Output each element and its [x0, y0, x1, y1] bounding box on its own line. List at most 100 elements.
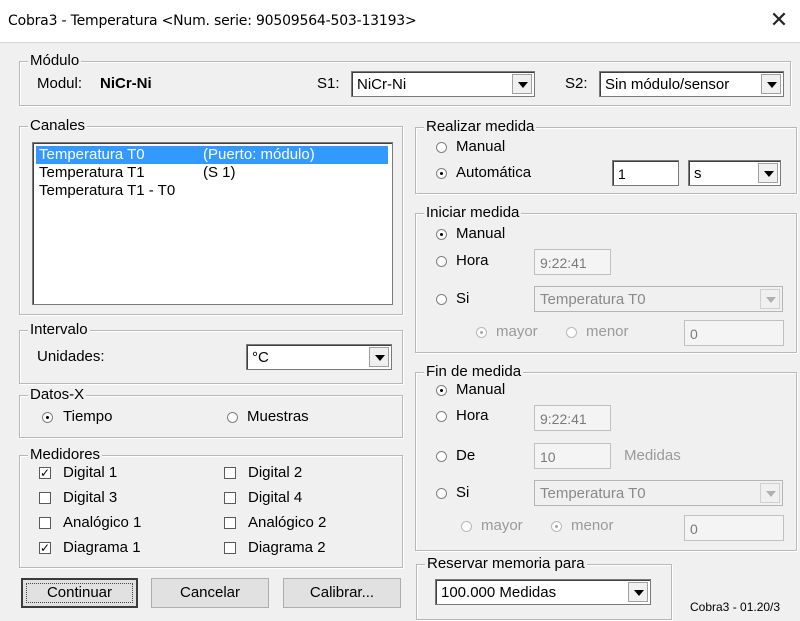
- modulo-group: Módulo Modul: NiCr-Ni S1: NiCr-Ni S2: Si…: [19, 52, 791, 106]
- modul-value: NiCr-Ni: [100, 75, 152, 92]
- fin-medida-legend: Fin de medida: [424, 363, 524, 381]
- realizar-medida-legend: Realizar medida: [424, 118, 537, 136]
- iniciar-threshold-input[interactable]: 0: [684, 320, 784, 346]
- tiempo-radio[interactable]: [42, 412, 53, 423]
- intervalo-legend: Intervalo: [28, 321, 90, 339]
- digital-2-checkbox[interactable]: [224, 467, 236, 479]
- diagrama-1-label: Diagrama 1: [63, 539, 141, 556]
- chevron-down-icon[interactable]: [760, 483, 780, 503]
- iniciar-mayor-radio[interactable]: [476, 327, 487, 338]
- analogico-1-label: Analógico 1: [63, 514, 142, 531]
- fin-si-radio[interactable]: [436, 488, 447, 499]
- fin-manual-radio[interactable]: [436, 385, 447, 396]
- digital-4-checkbox[interactable]: [224, 492, 236, 504]
- s2-label: S2:: [565, 75, 588, 92]
- interval-input[interactable]: 1: [612, 160, 679, 186]
- intervalo-group: Intervalo Unidades: °C: [19, 321, 403, 384]
- interval-value: 1: [618, 166, 626, 182]
- analogico-2-checkbox[interactable]: [224, 517, 236, 529]
- chevron-down-icon[interactable]: [760, 289, 780, 309]
- iniciar-si-channel-value: Temperatura T0: [540, 291, 646, 308]
- version-label: Cobra3 - 01.20/3: [690, 600, 781, 614]
- muestras-radio[interactable]: [227, 412, 238, 423]
- fin-de-value: 10: [540, 449, 556, 465]
- realizar-automatica-radio[interactable]: [436, 168, 447, 179]
- iniciar-si-radio[interactable]: [436, 294, 447, 305]
- unidades-value: °C: [252, 349, 269, 366]
- unidades-label: Unidades:: [37, 348, 105, 365]
- fin-hora-radio[interactable]: [436, 411, 447, 422]
- fin-de-input[interactable]: 10: [534, 443, 611, 469]
- reservar-memoria-legend: Reservar memoria para: [425, 555, 587, 573]
- iniciar-hora-value: 9:22:41: [540, 255, 587, 271]
- iniciar-si-label: Si: [456, 290, 470, 307]
- s1-value: NiCr-Ni: [357, 76, 407, 93]
- close-icon[interactable]: ✕: [766, 8, 792, 34]
- s1-select[interactable]: NiCr-Ni: [351, 71, 535, 97]
- fin-si-channel-value: Temperatura T0: [540, 485, 646, 502]
- iniciar-menor-radio[interactable]: [566, 327, 577, 338]
- chevron-down-icon[interactable]: [761, 74, 781, 94]
- digital-4-label: Digital 4: [248, 489, 303, 506]
- continuar-button[interactable]: Continuar: [21, 578, 138, 608]
- interval-unit-value: s: [694, 165, 702, 182]
- fin-hora-input[interactable]: 9:22:41: [534, 405, 611, 431]
- iniciar-manual-label: Manual: [456, 225, 506, 242]
- fin-mayor-label: mayor: [481, 517, 523, 534]
- iniciar-hora-input[interactable]: 9:22:41: [534, 249, 611, 275]
- modulo-legend: Módulo: [28, 52, 82, 70]
- chevron-down-icon[interactable]: [369, 347, 389, 367]
- iniciar-hora-radio[interactable]: [436, 256, 447, 267]
- diagrama-2-checkbox[interactable]: [224, 542, 236, 554]
- fin-si-label: Si: [456, 484, 470, 501]
- cancelar-button[interactable]: Cancelar: [151, 578, 269, 608]
- fin-threshold-input[interactable]: 0: [684, 515, 784, 541]
- channel-name: Temperatura T1 - T0: [39, 182, 176, 199]
- iniciar-threshold-value: 0: [690, 326, 698, 342]
- digital-3-label: Digital 3: [63, 489, 118, 506]
- channel-port: (Puerto: módulo): [203, 146, 315, 163]
- digital-3-checkbox[interactable]: [39, 492, 51, 504]
- realizar-manual-label: Manual: [456, 138, 506, 155]
- s2-value: Sin módulo/sensor: [605, 76, 730, 93]
- fin-menor-label: menor: [571, 517, 614, 534]
- calibrar-button[interactable]: Calibrar...: [283, 578, 401, 608]
- reservar-memoria-value: 100.000 Medidas: [441, 584, 557, 601]
- digital-1-checkbox[interactable]: ✓: [39, 467, 51, 479]
- channel-name: Temperatura T1: [39, 164, 145, 181]
- canales-legend: Canales: [28, 117, 88, 135]
- fin-hora-label: Hora: [456, 407, 489, 424]
- diagrama-1-checkbox[interactable]: ✓: [39, 542, 51, 554]
- digital-2-label: Digital 2: [248, 464, 303, 481]
- diagrama-2-label: Diagrama 2: [248, 539, 326, 556]
- fin-si-channel-select[interactable]: Temperatura T0: [534, 480, 783, 506]
- channel-list[interactable]: Temperatura T0 (Puerto: módulo) Temperat…: [32, 142, 393, 305]
- s2-select[interactable]: Sin módulo/sensor: [599, 71, 784, 97]
- list-item[interactable]: Temperatura T1 (S 1): [36, 164, 388, 182]
- analogico-1-checkbox[interactable]: [39, 517, 51, 529]
- realizar-manual-radio[interactable]: [436, 142, 447, 153]
- chevron-down-icon[interactable]: [758, 163, 778, 183]
- iniciar-manual-radio[interactable]: [436, 229, 447, 240]
- fin-de-radio[interactable]: [436, 451, 447, 462]
- list-item[interactable]: Temperatura T1 - T0: [36, 182, 388, 200]
- fin-mayor-radio[interactable]: [461, 521, 472, 532]
- iniciar-menor-label: menor: [586, 323, 629, 340]
- channel-name: Temperatura T0: [39, 146, 145, 163]
- digital-1-label: Digital 1: [63, 464, 118, 481]
- list-item[interactable]: Temperatura T0 (Puerto: módulo): [36, 146, 388, 164]
- iniciar-si-channel-select[interactable]: Temperatura T0: [534, 286, 783, 312]
- reservar-memoria-select[interactable]: 100.000 Medidas: [435, 579, 651, 605]
- unidades-select[interactable]: °C: [246, 344, 392, 370]
- iniciar-medida-group: Iniciar medida Manual Hora 9:22:41 Si Te…: [415, 204, 797, 353]
- fin-medida-group: Fin de medida Manual Hora 9:22:41 De 10 …: [415, 363, 797, 551]
- reservar-memoria-group: Reservar memoria para 100.000 Medidas: [416, 555, 672, 620]
- datos-x-group: Datos-X Tiempo Muestras: [19, 386, 403, 438]
- fin-menor-radio[interactable]: [551, 521, 562, 532]
- iniciar-medida-legend: Iniciar medida: [424, 204, 522, 222]
- chevron-down-icon[interactable]: [628, 582, 648, 602]
- iniciar-hora-label: Hora: [456, 252, 489, 269]
- chevron-down-icon[interactable]: [512, 74, 532, 94]
- interval-unit-select[interactable]: s: [688, 160, 781, 186]
- realizar-automatica-label: Automática: [456, 164, 532, 181]
